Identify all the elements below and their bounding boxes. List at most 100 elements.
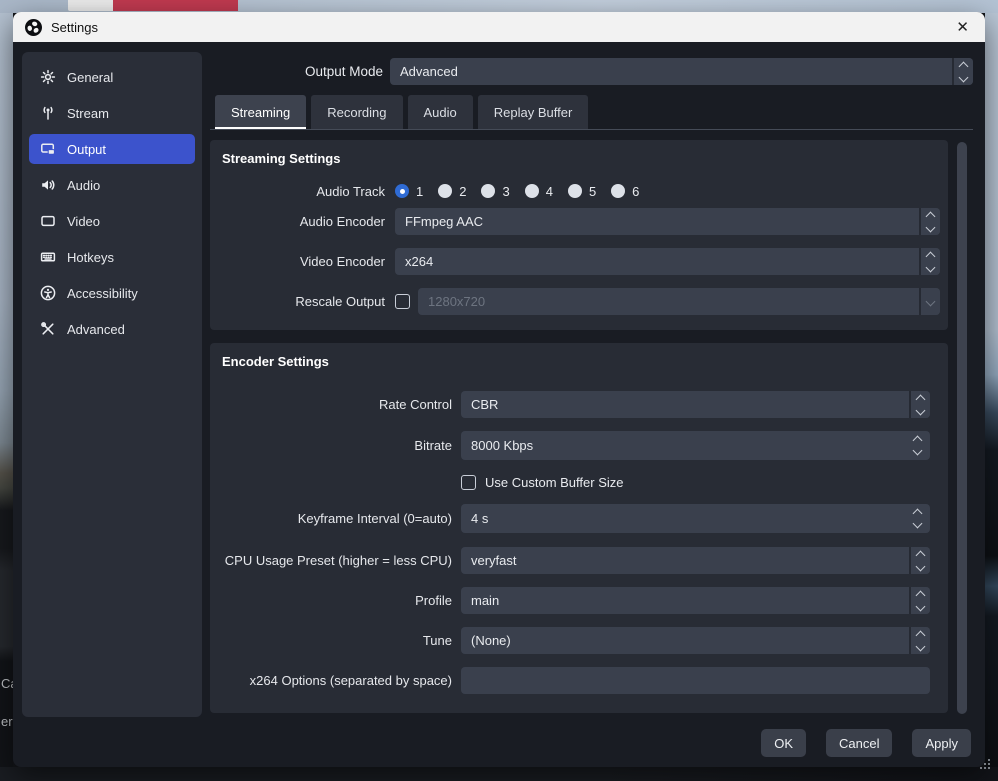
cpu-preset-select[interactable]: veryfast: [461, 547, 930, 574]
tune-label: Tune: [210, 633, 452, 648]
dropdown-spinner-icon[interactable]: [911, 627, 930, 654]
sidebar-item-accessibility[interactable]: Accessibility: [29, 278, 195, 308]
encoder-settings-panel: Encoder Settings Rate Control CBR Bitrat…: [210, 343, 948, 713]
sidebar-item-stream[interactable]: Stream: [29, 98, 195, 128]
desktop-background-red-bar: [113, 0, 238, 11]
window-title: Settings: [51, 20, 98, 35]
tab-recording[interactable]: Recording: [311, 95, 402, 129]
radio-icon[interactable]: [568, 184, 582, 198]
sidebar: General Stream Output Audio Video Hotkeys Acce…: [22, 52, 202, 717]
keyboard-icon: [40, 249, 56, 265]
rescale-output-checkbox[interactable]: [395, 294, 410, 309]
resize-grip[interactable]: [978, 757, 992, 771]
vertical-scrollbar[interactable]: [957, 142, 967, 714]
audio-track-radio-1[interactable]: 1: [395, 184, 423, 199]
tune-select[interactable]: (None): [461, 627, 930, 654]
rate-control-select[interactable]: CBR: [461, 391, 930, 418]
audio-encoder-label: Audio Encoder: [210, 214, 385, 229]
sidebar-item-label: Output: [67, 142, 106, 157]
sidebar-item-advanced[interactable]: Advanced: [29, 314, 195, 344]
sidebar-item-label: Video: [67, 214, 100, 229]
tab-audio[interactable]: Audio: [408, 95, 473, 129]
radio-label: 2: [459, 184, 466, 199]
output-mode-value: Advanced: [390, 58, 952, 85]
sidebar-item-label: Advanced: [67, 322, 125, 337]
profile-select[interactable]: main: [461, 587, 930, 614]
radio-icon[interactable]: [395, 184, 409, 198]
output-mode-select[interactable]: Advanced: [390, 58, 973, 85]
dropdown-spinner-icon[interactable]: [921, 208, 940, 235]
broadcast-icon: [40, 105, 56, 121]
custom-buffer-checkbox[interactable]: [461, 475, 476, 490]
audio-encoder-select[interactable]: FFmpeg AAC: [395, 208, 940, 235]
accessibility-icon: [40, 285, 56, 301]
sidebar-item-audio[interactable]: Audio: [29, 170, 195, 200]
obs-logo-icon: [25, 19, 42, 36]
dropdown-spinner-icon[interactable]: [911, 587, 930, 614]
sidebar-item-hotkeys[interactable]: Hotkeys: [29, 242, 195, 272]
bitrate-spinner[interactable]: 8000 Kbps: [461, 431, 930, 460]
radio-label: 6: [632, 184, 639, 199]
apply-button[interactable]: Apply: [912, 729, 971, 757]
chevron-down-icon: [921, 288, 940, 315]
dialog-footer: OK Cancel Apply: [13, 728, 971, 758]
radio-label: 1: [416, 184, 423, 199]
tools-icon: [40, 321, 56, 337]
tab-streaming[interactable]: Streaming: [215, 95, 306, 129]
radio-icon[interactable]: [481, 184, 495, 198]
audio-track-radio-group: 1 2 3 4 5 6: [395, 184, 654, 199]
sidebar-item-label: Stream: [67, 106, 109, 121]
monitor-icon: [40, 213, 56, 229]
radio-icon[interactable]: [611, 184, 625, 198]
x264-options-label: x264 Options (separated by space): [210, 673, 452, 688]
x264-options-input[interactable]: [461, 667, 930, 694]
close-icon[interactable]: ✕: [952, 20, 973, 35]
settings-window: Settings ✕ General Stream Output Audio Video…: [13, 12, 985, 767]
ok-button[interactable]: OK: [761, 729, 806, 757]
keyframe-interval-spinner[interactable]: 4 s: [461, 504, 930, 533]
video-encoder-select[interactable]: x264: [395, 248, 940, 275]
background-text-fragment: er: [1, 714, 13, 729]
bitrate-label: Bitrate: [210, 438, 452, 453]
dropdown-spinner-icon[interactable]: [911, 547, 930, 574]
audio-track-radio-4[interactable]: 4: [525, 184, 553, 199]
radio-label: 3: [502, 184, 509, 199]
audio-track-radio-2[interactable]: 2: [438, 184, 466, 199]
radio-icon[interactable]: [525, 184, 539, 198]
desktop-background-right: [985, 13, 998, 767]
cpu-preset-label: CPU Usage Preset (higher = less CPU): [210, 553, 452, 568]
rescale-output-label: Rescale Output: [210, 294, 385, 309]
desktop-background-bottom: [0, 767, 998, 781]
radio-label: 5: [589, 184, 596, 199]
dropdown-spinner-icon[interactable]: [954, 58, 973, 85]
sidebar-item-label: Accessibility: [67, 286, 138, 301]
audio-track-radio-3[interactable]: 3: [481, 184, 509, 199]
streaming-settings-panel: Streaming Settings Audio Track 1 2 3 4 5 6 Au…: [210, 140, 948, 330]
section-title: Streaming Settings: [222, 151, 340, 166]
sidebar-item-output[interactable]: Output: [29, 134, 195, 164]
custom-buffer-label: Use Custom Buffer Size: [485, 475, 623, 490]
radio-label: 4: [546, 184, 553, 199]
audio-track-label: Audio Track: [210, 184, 385, 199]
cancel-button[interactable]: Cancel: [826, 729, 892, 757]
radio-icon[interactable]: [438, 184, 452, 198]
output-mode-label: Output Mode: [213, 58, 383, 85]
desktop-background-left: [0, 13, 13, 767]
screen-share-icon: [40, 141, 56, 157]
dropdown-spinner-icon[interactable]: [911, 391, 930, 418]
sidebar-item-general[interactable]: General: [29, 62, 195, 92]
rate-control-label: Rate Control: [210, 397, 452, 412]
audio-track-radio-6[interactable]: 6: [611, 184, 639, 199]
audio-track-radio-5[interactable]: 5: [568, 184, 596, 199]
profile-label: Profile: [210, 593, 452, 608]
tabs-divider: [210, 129, 973, 130]
sidebar-item-label: Hotkeys: [67, 250, 114, 265]
dropdown-spinner-icon[interactable]: [921, 248, 940, 275]
output-tabs: StreamingRecordingAudioReplay Buffer: [215, 95, 588, 129]
tab-replay-buffer[interactable]: Replay Buffer: [478, 95, 589, 129]
gear-icon: [40, 69, 56, 85]
sidebar-item-video[interactable]: Video: [29, 206, 195, 236]
speaker-icon: [40, 177, 56, 193]
rescale-resolution-select: 1280x720: [418, 288, 940, 315]
keyframe-interval-label: Keyframe Interval (0=auto): [210, 511, 452, 526]
